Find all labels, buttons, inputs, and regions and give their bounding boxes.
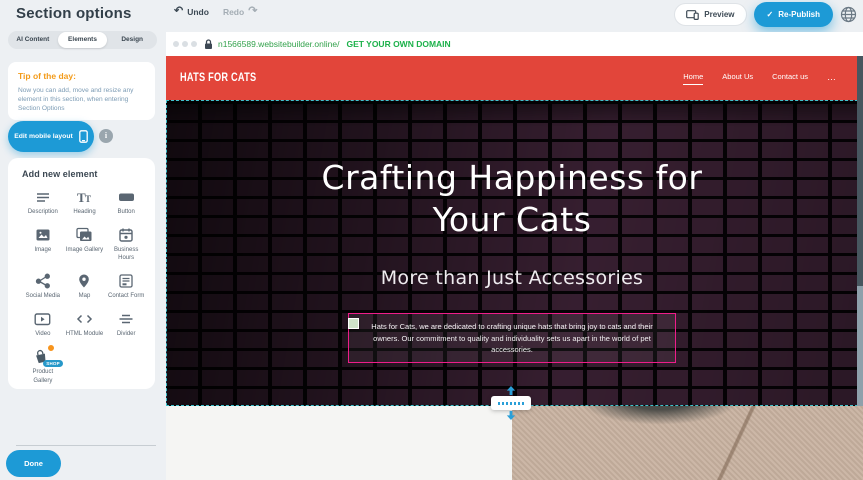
- preview-label: Preview: [704, 10, 734, 19]
- arrow-down-icon: [506, 411, 516, 420]
- window-controls: [173, 41, 197, 47]
- element-social-media[interactable]: Social Media: [22, 273, 64, 300]
- tab-ai-content[interactable]: AI Content: [8, 32, 58, 48]
- redo-icon: ↷: [248, 6, 257, 17]
- redo-label: Redo: [223, 7, 244, 17]
- button-icon: [118, 189, 135, 205]
- lock-icon: [204, 39, 213, 50]
- hero-subheading[interactable]: More than Just Accessories: [167, 267, 857, 289]
- info-icon[interactable]: i: [99, 129, 113, 143]
- element-business-hours[interactable]: Business Hours: [105, 227, 147, 262]
- element-map[interactable]: Map: [64, 273, 106, 300]
- site-header: HATS FOR CATS Home About Us Contact us …: [166, 56, 863, 100]
- scrollbar-thumb[interactable]: [857, 56, 863, 286]
- window-dot: [182, 41, 188, 47]
- browser-bar: n1566589.websitebuilder.online/ GET YOUR…: [166, 32, 863, 56]
- get-domain-link[interactable]: GET YOUR OWN DOMAIN: [346, 39, 450, 49]
- edit-mobile-layout-button[interactable]: Edit mobile layout: [8, 121, 94, 152]
- element-heading[interactable]: TT Heading: [64, 189, 106, 216]
- republish-label: Re-Publish: [778, 10, 820, 19]
- site-nav: Home About Us Contact us …: [683, 56, 837, 100]
- panel-tabs: AI Content Elements Design: [8, 31, 157, 49]
- tip-title: Tip of the day:: [18, 71, 145, 81]
- shop-badge: SHOP: [43, 360, 63, 367]
- hero-heading[interactable]: Crafting Happiness for Your Cats: [167, 101, 857, 241]
- nav-home[interactable]: Home: [683, 72, 703, 85]
- element-divider[interactable]: Divider: [105, 311, 147, 338]
- drag-dashes-icon: [498, 402, 524, 405]
- republish-button[interactable]: ✓ Re-Publish: [754, 2, 833, 27]
- nav-more[interactable]: …: [827, 72, 837, 85]
- element-video[interactable]: Video: [22, 311, 64, 338]
- window-dot: [173, 41, 179, 47]
- panel-divider: [16, 445, 156, 446]
- preview-button[interactable]: Preview: [674, 3, 746, 26]
- nav-contact-us[interactable]: Contact us: [772, 72, 808, 84]
- hero-paragraph-box[interactable]: Hats for Cats, we are dedicated to craft…: [348, 313, 676, 363]
- add-element-title: Add new element: [22, 169, 147, 179]
- site-preview: n1566589.websitebuilder.online/ GET YOUR…: [166, 32, 863, 480]
- element-drag-handle[interactable]: [348, 318, 359, 329]
- add-element-panel: Add new element Description TT Heading B…: [8, 158, 155, 389]
- video-icon: [34, 311, 51, 327]
- carpet-photo: [512, 406, 863, 480]
- tab-design[interactable]: Design: [107, 32, 157, 48]
- hero-section-selected[interactable]: Crafting Happiness for Your Cats More th…: [166, 100, 858, 406]
- topbar-actions: Preview ✓ Re-Publish: [674, 2, 857, 27]
- element-image[interactable]: Image: [22, 227, 64, 262]
- done-button[interactable]: Done: [6, 450, 61, 477]
- website-builder-app: Section options ↶ Undo Redo ↷ Preview ✓ …: [0, 0, 863, 480]
- tab-elements[interactable]: Elements: [58, 32, 108, 48]
- arrow-up-icon: [506, 386, 516, 395]
- element-html-module[interactable]: HTML Module: [64, 311, 106, 338]
- language-globe-button[interactable]: [840, 6, 857, 23]
- globe-icon: [840, 6, 857, 23]
- svg-text:T: T: [85, 194, 91, 204]
- undo-icon: ↶: [174, 6, 183, 17]
- preview-scrollbar[interactable]: [857, 56, 863, 406]
- page-title: Section options: [16, 5, 132, 22]
- window-dot: [191, 41, 197, 47]
- redo-button[interactable]: Redo ↷: [223, 6, 257, 17]
- undo-redo-group: ↶ Undo Redo ↷: [174, 6, 257, 17]
- element-grid: Description TT Heading Button Image Imag…: [22, 189, 147, 385]
- nav-about-us[interactable]: About Us: [722, 72, 753, 84]
- heading-icon: TT: [76, 189, 92, 205]
- share-icon: [35, 273, 51, 289]
- element-image-gallery[interactable]: Image Gallery: [64, 227, 106, 262]
- undo-button[interactable]: ↶ Undo: [174, 6, 209, 17]
- divider-icon: [118, 311, 134, 327]
- phone-icon: [79, 130, 88, 143]
- hero-paragraph: Hats for Cats, we are dedicated to craft…: [371, 322, 652, 354]
- business-hours-icon: [118, 227, 134, 243]
- undo-label: Undo: [187, 7, 209, 17]
- devices-icon: [686, 10, 699, 20]
- map-pin-icon: [76, 273, 92, 289]
- site-url[interactable]: n1566589.websitebuilder.online/: [218, 39, 339, 49]
- element-button[interactable]: Button: [105, 189, 147, 216]
- text-lines-icon: [35, 189, 51, 205]
- new-badge-icon: [47, 344, 55, 352]
- element-product-gallery[interactable]: SHOP Product Gallery: [22, 349, 64, 384]
- tip-body: Now you can add, move and resize any ele…: [18, 86, 145, 114]
- edit-mobile-label: Edit mobile layout: [14, 133, 73, 140]
- code-icon: [76, 311, 93, 327]
- section-resize-handle[interactable]: [491, 396, 531, 410]
- contact-form-icon: [118, 273, 134, 289]
- element-contact-form[interactable]: Contact Form: [105, 273, 147, 300]
- tip-of-the-day-card: Tip of the day: Now you can add, move an…: [8, 62, 155, 120]
- image-gallery-icon: [76, 227, 93, 243]
- image-icon: [35, 227, 51, 243]
- site-logo[interactable]: HATS FOR CATS: [180, 72, 256, 84]
- element-description[interactable]: Description: [22, 189, 64, 216]
- check-icon: ✓: [767, 10, 774, 19]
